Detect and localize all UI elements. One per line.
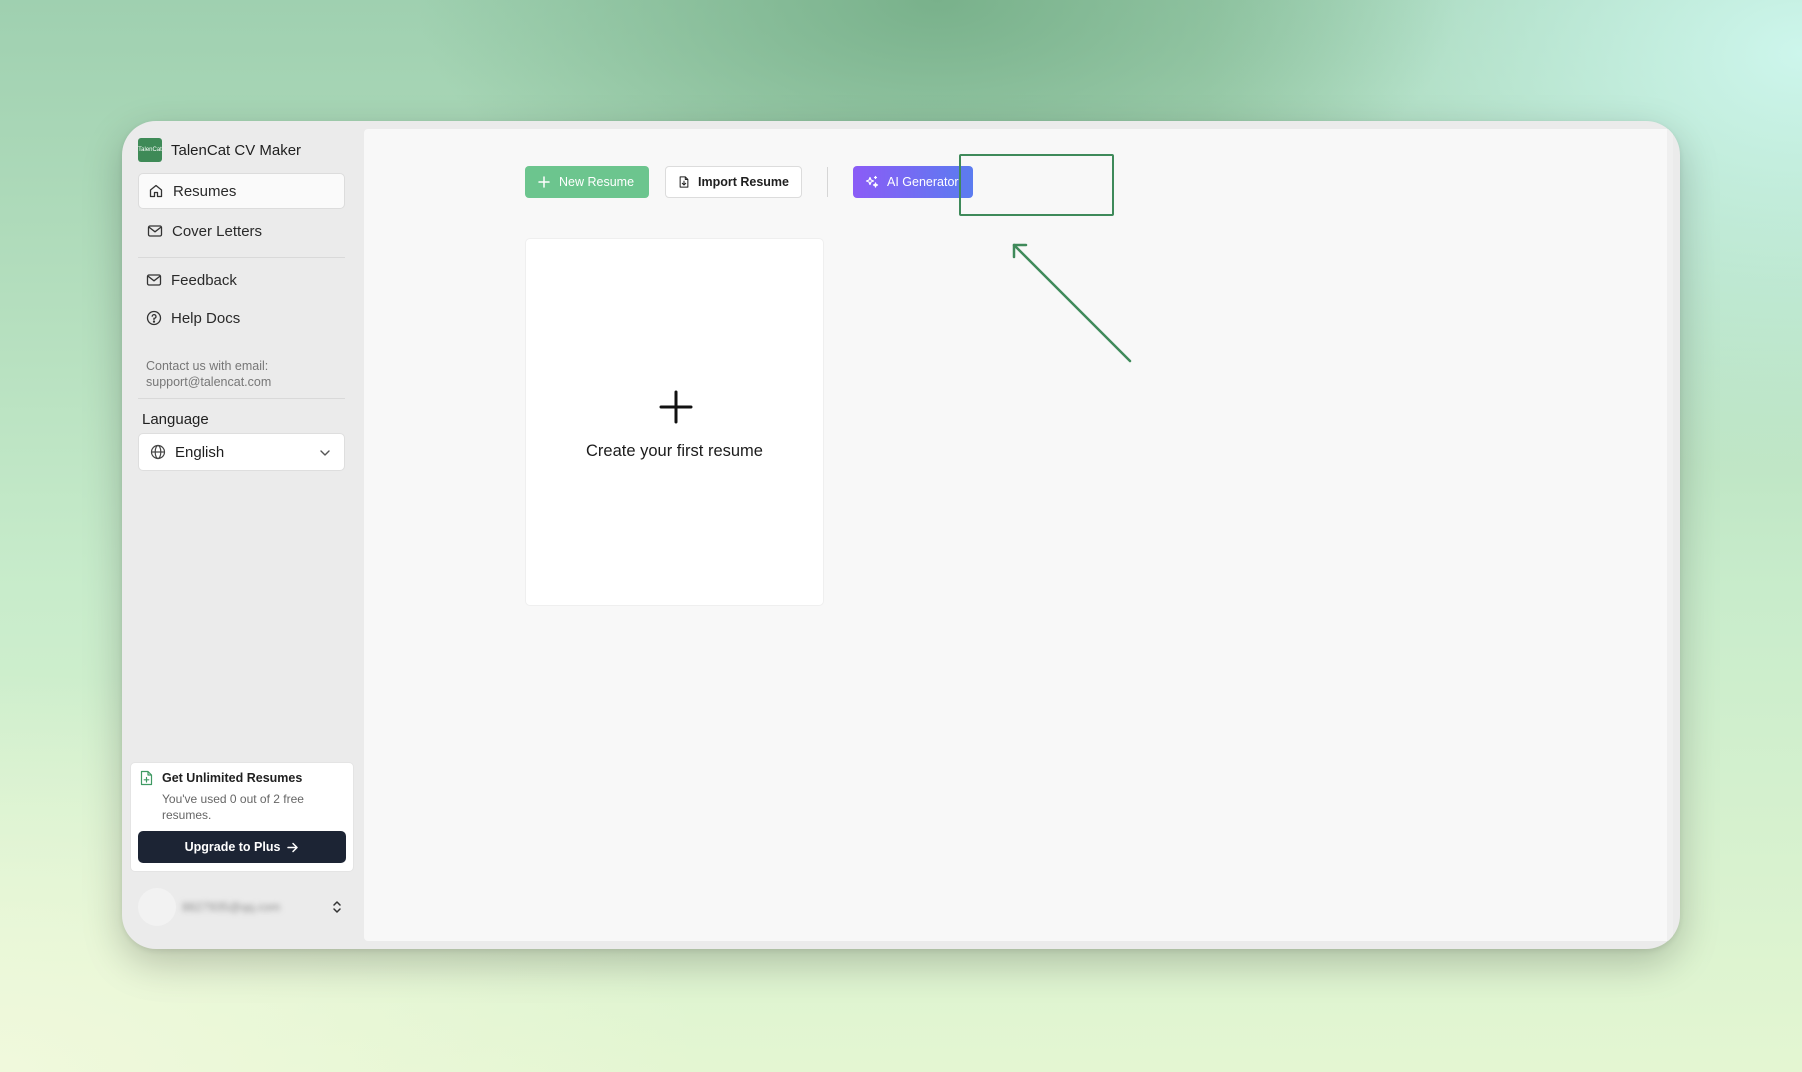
user-email: 8827935@qq.com [182, 900, 281, 914]
app-window: TalenCat TalenCat CV Maker Resumes Cover… [122, 121, 1680, 949]
app-logo: TalenCat [138, 138, 162, 162]
create-resume-label: Create your first resume [586, 442, 763, 460]
toolbar-divider [827, 167, 828, 197]
upgrade-button[interactable]: Upgrade to Plus [138, 831, 346, 863]
create-resume-card[interactable]: Create your first resume [525, 238, 824, 606]
sidebar-item-resumes[interactable]: Resumes [138, 173, 345, 209]
avatar [138, 888, 176, 926]
sidebar-divider [138, 398, 345, 399]
upgrade-description: You've used 0 out of 2 free resumes. [162, 792, 304, 822]
contact-email[interactable]: support@talencat.com [146, 374, 271, 390]
new-resume-label: New Resume [559, 175, 635, 189]
globe-icon [150, 444, 166, 460]
chevron-down-icon [320, 450, 330, 456]
sparkles-icon [865, 175, 879, 188]
toolbar: New Resume Import Resume AI Generator [525, 166, 973, 198]
user-menu[interactable]: 8827935@qq.com [138, 887, 345, 927]
sidebar-divider [138, 257, 345, 258]
sidebar-item-label: Cover Letters [172, 222, 263, 240]
main-panel: New Resume Import Resume AI Generator Cr… [364, 129, 1673, 941]
language-select[interactable]: English [138, 433, 345, 471]
sidebar-item-cover-letters[interactable]: Cover Letters [138, 213, 345, 249]
sidebar: TalenCat TalenCat CV Maker Resumes Cover… [122, 121, 362, 949]
upgrade-card: Get Unlimited Resumes You've used 0 out … [130, 762, 354, 872]
contact-line: Contact us with email: [146, 359, 269, 373]
highlight-box [959, 154, 1114, 216]
sidebar-item-label: Help Docs [171, 309, 241, 327]
plus-icon [659, 390, 693, 424]
sidebar-item-feedback[interactable]: Feedback [138, 262, 345, 298]
import-resume-button[interactable]: Import Resume [665, 166, 802, 198]
help-circle-icon [146, 310, 162, 326]
ai-generator-label: AI Generator [887, 175, 959, 189]
scrollbar[interactable] [1667, 129, 1673, 941]
ai-generator-button[interactable]: AI Generator [853, 166, 973, 198]
language-label: Language [142, 411, 209, 428]
sidebar-item-help-docs[interactable]: Help Docs [138, 300, 345, 336]
language-value: English [175, 443, 225, 461]
contact-info: Contact us with email: support@talencat.… [146, 358, 271, 390]
upgrade-button-label: Upgrade to Plus [184, 840, 281, 854]
mail-icon [146, 274, 162, 286]
sidebar-item-label: Feedback [171, 271, 237, 289]
plus-icon [538, 176, 550, 188]
mail-icon [147, 225, 163, 237]
upgrade-title: Get Unlimited Resumes [162, 771, 303, 785]
sidebar-item-label: Resumes [173, 182, 237, 200]
file-import-icon [679, 176, 689, 188]
new-resume-button[interactable]: New Resume [525, 166, 649, 198]
arrow-right-icon [287, 842, 299, 852]
home-icon [149, 184, 163, 198]
app-name: TalenCat CV Maker [171, 141, 302, 159]
import-resume-label: Import Resume [698, 175, 789, 189]
file-plus-icon [140, 770, 153, 786]
brand[interactable]: TalenCat TalenCat CV Maker [138, 138, 301, 162]
chevron-up-down-icon [333, 901, 341, 913]
